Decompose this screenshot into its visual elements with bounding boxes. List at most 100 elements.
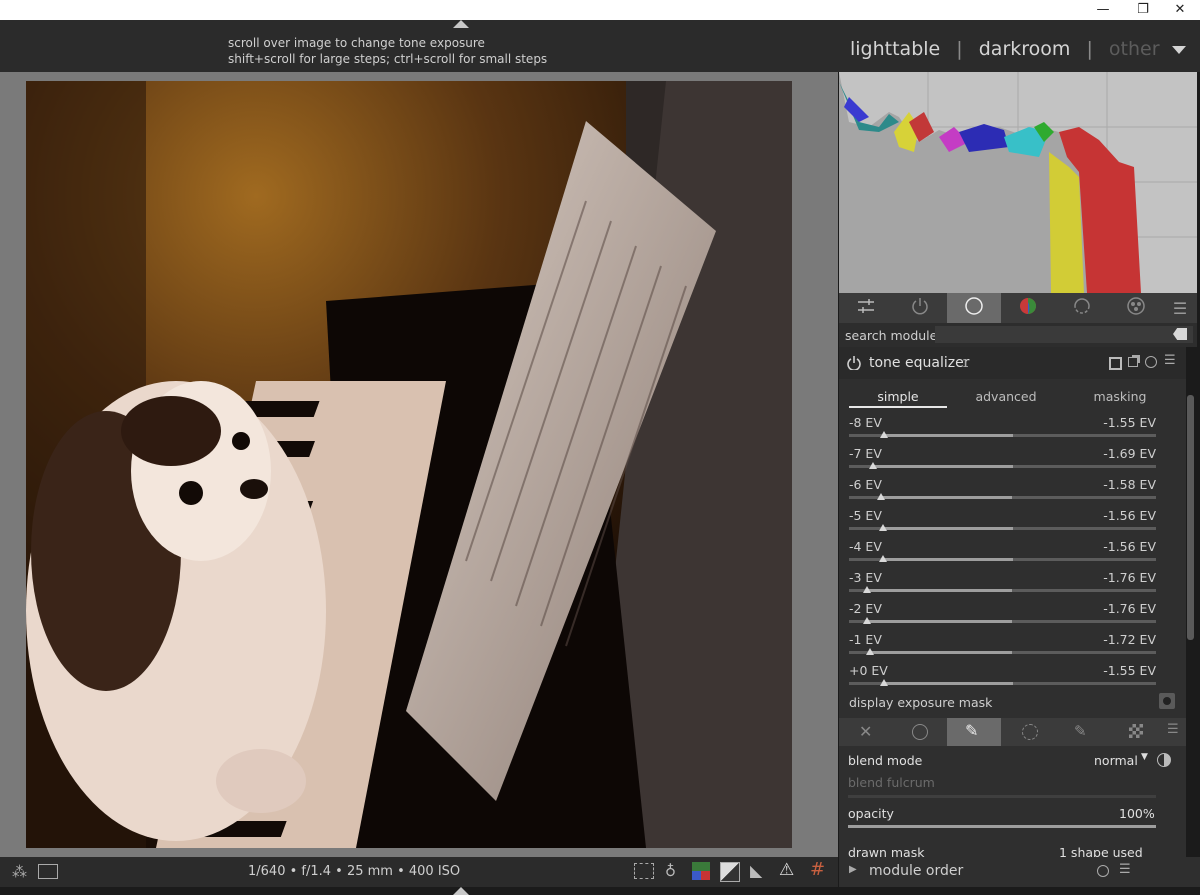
dropdown-arrow-icon: ▼: [1141, 752, 1148, 762]
ev-slider-track[interactable]: [849, 465, 1156, 468]
ev-slider-track[interactable]: [849, 620, 1156, 623]
tab-active-modules[interactable]: [893, 293, 947, 323]
view-darkroom[interactable]: darkroom: [979, 38, 1071, 60]
ev-slider-handle[interactable]: [869, 462, 877, 469]
bottom-toolbar: ⁂ 1/640 • f/1.4 • 25 mm • 400 ISO ♁ ◣ ⚠ …: [0, 857, 838, 887]
module-order-label[interactable]: module order: [869, 863, 963, 879]
ev-slider-row[interactable]: -4 EV -1.56 EV: [839, 538, 1186, 566]
blend-mode-select[interactable]: normal: [1094, 753, 1138, 768]
module-instance: 1: [962, 357, 969, 370]
tab-color[interactable]: [1001, 293, 1055, 323]
ev-slider-handle[interactable]: [879, 555, 887, 562]
opacity-slider[interactable]: [848, 825, 1156, 828]
ev-slider-label: -3 EV: [849, 570, 882, 585]
softproof-icon[interactable]: [692, 862, 710, 880]
cycle-icon: [1072, 296, 1092, 320]
ev-slider-label: -2 EV: [849, 601, 882, 616]
display-exposure-mask-toggle[interactable]: [1159, 693, 1175, 709]
hint-line-1: scroll over image to change tone exposur…: [228, 36, 485, 50]
ev-slider-handle[interactable]: [879, 524, 887, 531]
ev-slider-handle[interactable]: [863, 617, 871, 624]
blend-invert-icon[interactable]: [1157, 753, 1171, 767]
blend-menu-icon[interactable]: ☰: [1167, 722, 1179, 737]
ev-slider-handle[interactable]: [866, 648, 874, 655]
blend-raster-icon[interactable]: [1129, 724, 1143, 738]
warning-icon[interactable]: ⚠: [779, 860, 794, 880]
module-power-icon[interactable]: [847, 355, 861, 374]
collapse-bottom-arrow-icon[interactable]: [453, 887, 469, 895]
minimize-button[interactable]: —: [1083, 0, 1123, 20]
styles-icon[interactable]: ⁂: [12, 863, 27, 881]
ev-slider-track[interactable]: [849, 558, 1156, 561]
display-icon[interactable]: [38, 864, 58, 879]
display-exposure-mask-label: display exposure mask: [849, 695, 993, 710]
grid-icon[interactable]: #: [810, 859, 825, 880]
ev-slider-value: -1.56 EV: [1103, 508, 1156, 523]
ev-slider-track[interactable]: [849, 527, 1156, 530]
views-dropdown-icon[interactable]: [1172, 46, 1186, 54]
ev-slider-row[interactable]: -3 EV -1.76 EV: [839, 569, 1186, 597]
reset-icon[interactable]: [1145, 356, 1157, 368]
right-panel-scrollbar[interactable]: [1187, 395, 1194, 640]
tab-effect[interactable]: [1109, 293, 1163, 323]
ev-slider-value: -1.76 EV: [1103, 601, 1156, 616]
ev-slider-row[interactable]: +0 EV -1.55 EV: [839, 662, 1186, 690]
multi-instance-icon[interactable]: [1128, 357, 1138, 367]
histogram[interactable]: [839, 72, 1197, 293]
ev-slider-track[interactable]: [849, 682, 1156, 685]
ev-slider-row[interactable]: -5 EV -1.56 EV: [839, 507, 1186, 535]
ev-slider-handle[interactable]: [880, 679, 888, 686]
search-module-input[interactable]: [935, 326, 1193, 343]
ev-slider-row[interactable]: -6 EV -1.58 EV: [839, 476, 1186, 504]
ev-slider-label: -5 EV: [849, 508, 882, 523]
ev-slider-row[interactable]: -2 EV -1.76 EV: [839, 600, 1186, 628]
module-header[interactable]: tone equalizer 1 ☰: [839, 347, 1186, 379]
mask-indicator-icon[interactable]: [1109, 357, 1122, 370]
blend-drawn-parametric-icon[interactable]: ✎: [1074, 722, 1087, 740]
ev-slider-row[interactable]: -8 EV -1.55 EV: [839, 414, 1186, 442]
blend-drawn-tab[interactable]: ✎: [947, 718, 1001, 746]
view-other[interactable]: other: [1109, 38, 1160, 60]
ev-slider-track[interactable]: [849, 496, 1156, 499]
photo-dog-piano[interactable]: [26, 81, 792, 848]
close-button[interactable]: ✕: [1160, 0, 1200, 20]
ev-slider-fill: [884, 682, 1013, 685]
search-module-row: search module: [839, 323, 1197, 347]
opacity-label: opacity: [848, 806, 894, 821]
ev-slider-track[interactable]: [849, 589, 1156, 592]
tab-presets-menu[interactable]: ☰: [1163, 293, 1197, 323]
order-presets-icon[interactable]: ☰: [1119, 862, 1131, 877]
tab-masking[interactable]: masking: [1071, 389, 1169, 404]
blend-uniform-icon[interactable]: [912, 724, 928, 740]
blend-fulcrum-slider[interactable]: [848, 795, 1156, 798]
focus-peaking-icon[interactable]: [634, 863, 654, 879]
ev-slider-row[interactable]: -7 EV -1.69 EV: [839, 445, 1186, 473]
ev-slider-handle[interactable]: [880, 431, 888, 438]
module-group-tabs: ☰: [839, 293, 1197, 323]
presets-icon[interactable]: ☰: [1164, 353, 1176, 368]
reset-order-icon[interactable]: [1097, 865, 1109, 877]
ev-slider-track[interactable]: [849, 651, 1156, 654]
blend-off-icon[interactable]: ✕: [859, 722, 872, 741]
guides-icon[interactable]: ◣: [750, 861, 762, 880]
bulb-icon[interactable]: ♁: [665, 862, 676, 880]
restore-button[interactable]: ❐: [1123, 0, 1163, 20]
collapse-top-arrow-icon[interactable]: [453, 20, 469, 28]
ev-slider-handle[interactable]: [877, 493, 885, 500]
tab-quick-access[interactable]: [839, 293, 893, 323]
ev-slider-value: -1.58 EV: [1103, 477, 1156, 492]
tab-simple[interactable]: simple: [849, 389, 947, 404]
tab-correct[interactable]: [1055, 293, 1109, 323]
ev-slider-row[interactable]: -1 EV -1.72 EV: [839, 631, 1186, 659]
tab-advanced[interactable]: advanced: [957, 389, 1055, 404]
ev-slider-fill: [867, 589, 1012, 592]
ev-slider-track[interactable]: [849, 434, 1156, 437]
window-titlebar: — ❐ ✕: [0, 0, 1200, 20]
gamut-check-icon[interactable]: [720, 862, 740, 882]
view-lighttable[interactable]: lighttable: [850, 38, 940, 60]
blend-parametric-icon[interactable]: [1022, 724, 1038, 740]
expand-arrow-icon[interactable]: ▶: [849, 864, 857, 875]
tab-base[interactable]: [947, 293, 1001, 323]
ev-slider-handle[interactable]: [863, 586, 871, 593]
ev-slider-label: -4 EV: [849, 539, 882, 554]
